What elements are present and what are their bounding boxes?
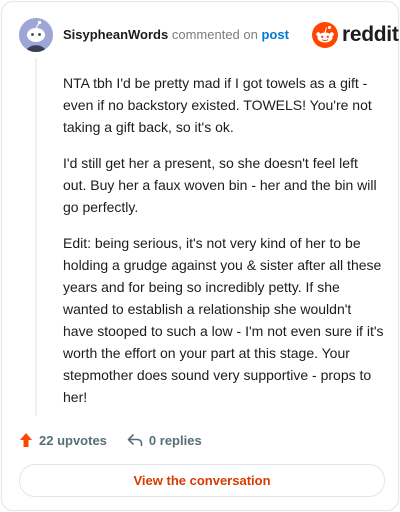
reddit-snoo-icon (312, 22, 338, 48)
comment-paragraph: Edit: being serious, it's not very kind … (63, 235, 384, 405)
thread-line (35, 58, 37, 416)
reply-button[interactable]: 0 replies (127, 433, 202, 448)
upvote-count: 22 upvotes (39, 432, 107, 448)
comment-paragraph: I'd still get her a present, so she does… (63, 155, 377, 215)
reply-count: 0 replies (148, 432, 202, 448)
username-link[interactable]: SisypheanWords (63, 27, 168, 42)
snoo-avatar-icon (19, 18, 53, 52)
commented-on-text: commented on (171, 27, 258, 42)
upvote-arrow-icon (20, 433, 32, 447)
reply-arrow-icon (127, 434, 143, 447)
upvote-button[interactable]: 22 upvotes (19, 432, 107, 448)
comment-header: SisypheanWords commented on post (63, 27, 289, 42)
reddit-wordmark: reddit (342, 23, 399, 46)
view-conversation-button[interactable]: View the conversation (19, 464, 385, 497)
avatar[interactable] (19, 18, 53, 52)
comment-body: NTA tbh I'd be pretty mad if I got towel… (63, 72, 385, 422)
comment-actions: 22 upvotes 0 replies (19, 430, 202, 450)
reddit-logo[interactable]: reddit (312, 22, 399, 48)
post-link[interactable]: post (261, 27, 288, 42)
comment-card: SisypheanWords commented on post reddit … (1, 1, 399, 511)
comment-paragraph: NTA tbh I'd be pretty mad if I got towel… (63, 75, 372, 135)
